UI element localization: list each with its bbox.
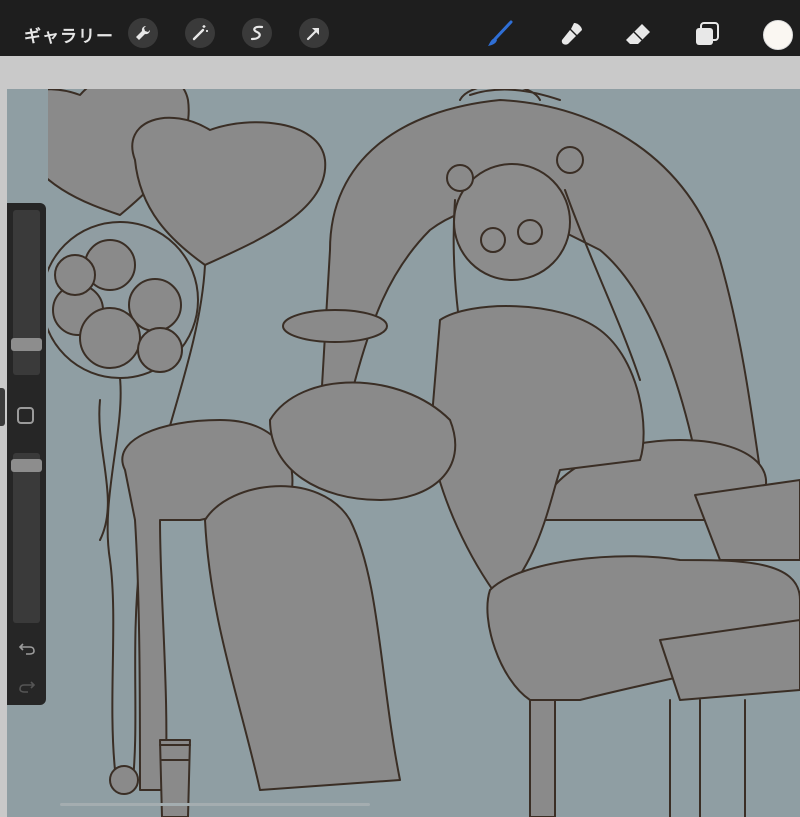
brush-size-thumb[interactable]: [11, 338, 42, 351]
square-modify-icon[interactable]: [17, 407, 34, 424]
artwork-canvas[interactable]: [48, 89, 800, 817]
opacity-thumb[interactable]: [11, 459, 42, 472]
undo-icon[interactable]: [16, 637, 38, 659]
brush-size-slider[interactable]: [11, 210, 42, 375]
brush-icon[interactable]: [484, 18, 516, 50]
wrench-icon[interactable]: [128, 18, 158, 48]
sketch-illustration: [48, 89, 800, 817]
girl-legs: [204, 485, 401, 791]
girl-skirt: [269, 381, 457, 501]
layers-icon[interactable]: [691, 18, 723, 50]
opacity-slider[interactable]: [11, 453, 42, 623]
scroll-indicator: [60, 803, 370, 806]
left-sidebar: [7, 203, 46, 705]
sidebar-edge-handle[interactable]: [0, 388, 5, 426]
gallery-button[interactable]: ギャラリー: [24, 22, 114, 47]
arrow-icon[interactable]: [299, 18, 329, 48]
smudge-icon[interactable]: [555, 18, 587, 50]
redo-icon[interactable]: [16, 675, 38, 697]
side-table-top: [694, 479, 800, 561]
color-picker-swatch[interactable]: [763, 20, 793, 50]
eraser-icon[interactable]: [622, 18, 654, 50]
selection-s-icon[interactable]: [242, 18, 272, 48]
top-toolbar: ギャラリー: [0, 0, 800, 56]
magic-wand-icon[interactable]: [185, 18, 215, 48]
plate: [282, 309, 388, 343]
